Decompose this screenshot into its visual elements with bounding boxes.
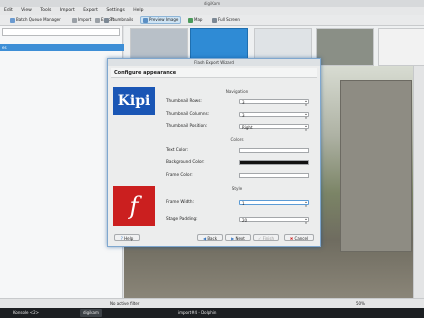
map-button[interactable]: Map (186, 16, 204, 24)
dialog-titlebar: Flash Export Wizard (108, 59, 320, 66)
thumb-rows-label: Thumbnail Rows: (166, 98, 202, 103)
colors-section-title: Colors (164, 137, 310, 142)
batch-queue-button[interactable]: Batch Queue Manager (8, 16, 63, 24)
finish-check-icon: ✓ (257, 236, 262, 241)
menubar: Edit View Tools Import Export Settings H… (0, 7, 424, 15)
window-titlebar: digiKam (0, 0, 424, 7)
sidebar-search-input[interactable] (2, 28, 120, 36)
fullscreen-button[interactable]: Full Screen (210, 16, 242, 24)
menu-settings[interactable]: Settings (106, 8, 124, 13)
thumbnail[interactable] (316, 28, 374, 66)
thumb-cols-label: Thumbnail Columns: (166, 111, 210, 116)
frame-color-label: Frame Color: (166, 172, 193, 177)
menu-view[interactable]: View (21, 8, 32, 13)
thumb-cols-spinbox[interactable]: 3 (239, 112, 309, 120)
frame-color-button[interactable] (239, 173, 309, 178)
task-konsole[interactable]: Konsole <2> (10, 309, 42, 317)
main-toolbar: Batch Queue Manager Import Export Thumbn… (0, 15, 424, 26)
window-title: digiKam (203, 1, 221, 6)
sidebar-selected-item[interactable]: es (0, 44, 124, 51)
next-button[interactable]: ▶ Next (225, 234, 251, 241)
cancel-icon: ✖ (289, 236, 294, 241)
thumb-rows-spinbox[interactable]: 3 (239, 99, 309, 107)
import-icon (72, 17, 77, 23)
batch-icon (10, 17, 15, 23)
frame-width-label: Frame Width: (166, 199, 194, 204)
task-digikam[interactable]: digikam (80, 309, 102, 317)
import-button[interactable]: Import (70, 16, 93, 24)
flash-logo: f (113, 186, 155, 226)
help-icon: ? (120, 236, 123, 241)
taskbar: Konsole <2> digikam import#4 - Dolphin (0, 308, 424, 318)
cancel-button[interactable]: ✖ Cancel (284, 234, 314, 241)
export-icon (95, 17, 100, 23)
right-sidebar-tabs[interactable] (413, 66, 424, 298)
text-color-label: Text Color: (166, 147, 189, 152)
frame-width-spinbox[interactable]: 1 (239, 200, 309, 208)
stage-padding-label: Stage Padding: (166, 216, 198, 221)
menu-import[interactable]: Import (60, 8, 75, 13)
fullscreen-icon (212, 17, 217, 23)
preview-image-button[interactable]: Preview Image (140, 16, 182, 24)
album-sidebar: es (0, 26, 124, 298)
map-icon (188, 17, 193, 23)
dialog-page-header: Configure appearance (111, 68, 317, 78)
style-section-title: Style (164, 186, 310, 191)
back-button[interactable]: ◀ Back (197, 234, 223, 241)
thumb-position-select[interactable]: Right (239, 124, 309, 132)
kipi-logo: Kipi (113, 87, 155, 115)
back-arrow-icon: ◀ (202, 236, 207, 241)
preview-icon (143, 17, 148, 23)
thumb-position-label: Thumbnail Position: (166, 123, 208, 128)
menu-tools[interactable]: Tools (40, 8, 51, 13)
thumbnails-button[interactable]: Thumbnails (102, 16, 135, 24)
stage-padding-spinbox[interactable]: 20 (239, 217, 309, 225)
bg-color-label: Background Color: (166, 159, 205, 164)
menu-export[interactable]: Export (83, 8, 98, 13)
navigation-section-title: Navigation (164, 89, 310, 94)
menu-help[interactable]: Help (133, 8, 143, 13)
preview-statue-image (340, 80, 412, 252)
finish-button[interactable]: ✓ Finish (253, 234, 279, 241)
help-button[interactable]: ? Help (114, 234, 140, 241)
flash-export-dialog: Flash Export Wizard Configure appearance… (107, 58, 321, 247)
thumbnails-icon (104, 17, 109, 23)
menu-edit[interactable]: Edit (4, 8, 13, 13)
next-arrow-icon: ▶ (231, 236, 235, 241)
bg-color-button[interactable] (239, 160, 309, 165)
text-color-button[interactable] (239, 148, 309, 153)
thumbnail-video[interactable] (378, 28, 424, 66)
task-dolphin[interactable]: import#4 - Dolphin (175, 309, 219, 317)
